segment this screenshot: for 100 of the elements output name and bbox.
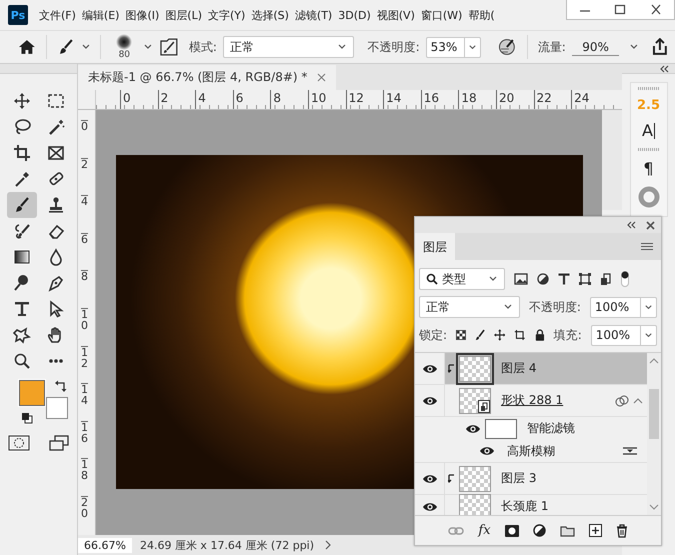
visibility-toggle[interactable] <box>415 353 445 384</box>
scrollbar-thumb[interactable] <box>649 389 659 439</box>
ruler-label: 8 <box>270 90 308 109</box>
visibility-toggle[interactable] <box>415 463 445 494</box>
layer-name[interactable]: 高斯模糊 <box>497 442 555 460</box>
menu-icon[interactable] <box>641 242 653 252</box>
menu-item[interactable]: 图像(I) <box>122 8 162 22</box>
zoom-level[interactable]: 66.67% <box>78 538 132 552</box>
stamp-icon <box>46 196 64 214</box>
close-icon[interactable] <box>646 220 655 230</box>
document-tab[interactable]: 未标题-1 @ 66.7% (图层 4, RGB/8#) * <box>78 65 336 90</box>
collapse-icon[interactable] <box>659 64 669 72</box>
checkerboard-icon[interactable] <box>456 329 466 341</box>
menu-item[interactable]: 窗口(W) <box>418 8 466 22</box>
menu-item[interactable]: 文件(F) <box>36 8 79 22</box>
brush-settings-icon[interactable] <box>159 37 179 57</box>
ruler-label: 18 <box>458 90 496 109</box>
panel-grip[interactable] <box>638 148 660 151</box>
menu-item[interactable]: 选择(S) <box>248 8 292 22</box>
flow-field[interactable]: 90% <box>572 38 620 56</box>
mode-dropdown[interactable]: 正常 <box>222 36 354 58</box>
character-panel-button[interactable]: A <box>642 121 655 140</box>
share-icon[interactable] <box>651 38 669 56</box>
eye-icon <box>422 394 438 406</box>
image-filter-icon[interactable] <box>514 273 528 285</box>
splat-shape-icon <box>12 326 30 344</box>
visibility-toggle[interactable] <box>415 385 445 416</box>
pressure-icon[interactable] <box>497 37 517 57</box>
layer-row[interactable]: 图层 4 <box>415 353 647 385</box>
half-circle-icon[interactable] <box>537 273 549 285</box>
scroll-down-icon[interactable] <box>649 503 659 511</box>
layer-name[interactable]: 形状 288 1 <box>491 392 564 409</box>
layer-name[interactable]: 图层 3 <box>491 470 536 487</box>
quick-mask-icon[interactable] <box>8 434 30 452</box>
layers-tab[interactable]: 图层 <box>415 233 455 260</box>
opacity-field[interactable]: 53% <box>426 36 482 58</box>
menu-item[interactable]: 视图(V) <box>374 8 418 22</box>
ruler-label: 0 <box>81 120 88 158</box>
foreground-color-swatch[interactable] <box>18 380 44 406</box>
layer-name[interactable]: 图层 4 <box>491 360 536 377</box>
menu-item[interactable]: 图层(L) <box>162 8 206 22</box>
crop-icon[interactable] <box>514 328 526 342</box>
brush-size: 80 <box>118 50 130 60</box>
menu-item[interactable]: 编辑(E) <box>78 8 122 22</box>
layer-row[interactable]: 图层 3 <box>415 463 647 495</box>
menu-item[interactable]: 滤镜(T) <box>292 8 336 22</box>
fx-button[interactable]: fx <box>478 523 491 538</box>
visibility-toggle[interactable] <box>415 495 445 515</box>
brush-tool-button[interactable] <box>6 192 36 218</box>
eye-icon <box>479 445 495 457</box>
ring-icon[interactable] <box>638 186 660 208</box>
opacity-label: 不透明度: <box>368 38 420 56</box>
dodge-icon <box>12 274 30 292</box>
menu-item[interactable]: 3D(D) <box>335 8 374 22</box>
scroll-up-icon[interactable] <box>649 357 659 365</box>
swap-arrows-icon[interactable] <box>54 380 66 392</box>
mask-icon[interactable] <box>504 524 519 536</box>
layer-row[interactable]: 形状 288 1 <box>415 385 647 417</box>
layer-name[interactable]: 智能滤镜 <box>517 420 575 437</box>
background-color-swatch[interactable] <box>46 397 68 419</box>
ruler-label: 2 <box>158 90 196 109</box>
blend-mode-dropdown[interactable]: 正常 <box>419 296 520 318</box>
caret-icon[interactable] <box>633 396 643 404</box>
ruler-label: 24 <box>571 90 609 109</box>
move-icon[interactable] <box>494 328 506 342</box>
lasso-icon <box>12 118 30 136</box>
adjustment-icon[interactable] <box>532 524 546 537</box>
chevron-right-icon[interactable] <box>324 540 332 550</box>
layer-name[interactable]: 长颈鹿 1 <box>491 498 548 515</box>
smart-object-icon[interactable] <box>600 272 612 286</box>
shape-frame-icon[interactable] <box>579 273 591 285</box>
panel-grip[interactable] <box>638 87 660 90</box>
vertical-scrollbar[interactable] <box>602 110 622 210</box>
filter-dropdown[interactable]: 类型 <box>419 268 505 290</box>
brush-tip-preview[interactable] <box>116 34 132 50</box>
maximize-icon[interactable] <box>613 4 628 16</box>
screen-mode-icon[interactable] <box>48 434 70 452</box>
zoom-icon <box>12 352 30 370</box>
home-icon[interactable] <box>18 38 36 56</box>
type-icon[interactable] <box>558 273 570 285</box>
trash-icon[interactable] <box>616 524 628 538</box>
default-colors-icon[interactable] <box>20 412 32 424</box>
new-layer-icon[interactable] <box>588 524 602 537</box>
menu-item[interactable]: 帮助( <box>465 8 498 22</box>
fill-field[interactable]: 100% <box>590 324 657 346</box>
filter-effects-icon[interactable] <box>615 394 629 406</box>
filter-toggle-icon[interactable] <box>621 271 629 287</box>
ruler-label: 8 <box>81 270 88 308</box>
close-icon[interactable] <box>649 4 664 16</box>
layer-row[interactable]: 智能滤镜 <box>415 417 647 440</box>
paragraph-panel-button[interactable]: ¶ <box>643 159 654 178</box>
opacity-label: 不透明度: <box>528 298 581 316</box>
sliders-icon[interactable] <box>623 446 637 456</box>
lock-icon[interactable] <box>534 328 545 342</box>
opacity-field[interactable]: 100% <box>590 296 657 318</box>
brush-icon[interactable] <box>474 328 485 342</box>
layer-row[interactable]: 长颈鹿 1 <box>415 495 647 515</box>
collapse-icon[interactable] <box>626 221 636 229</box>
history-brush-icon <box>12 222 30 240</box>
menu-item[interactable]: 文字(Y) <box>205 8 248 22</box>
